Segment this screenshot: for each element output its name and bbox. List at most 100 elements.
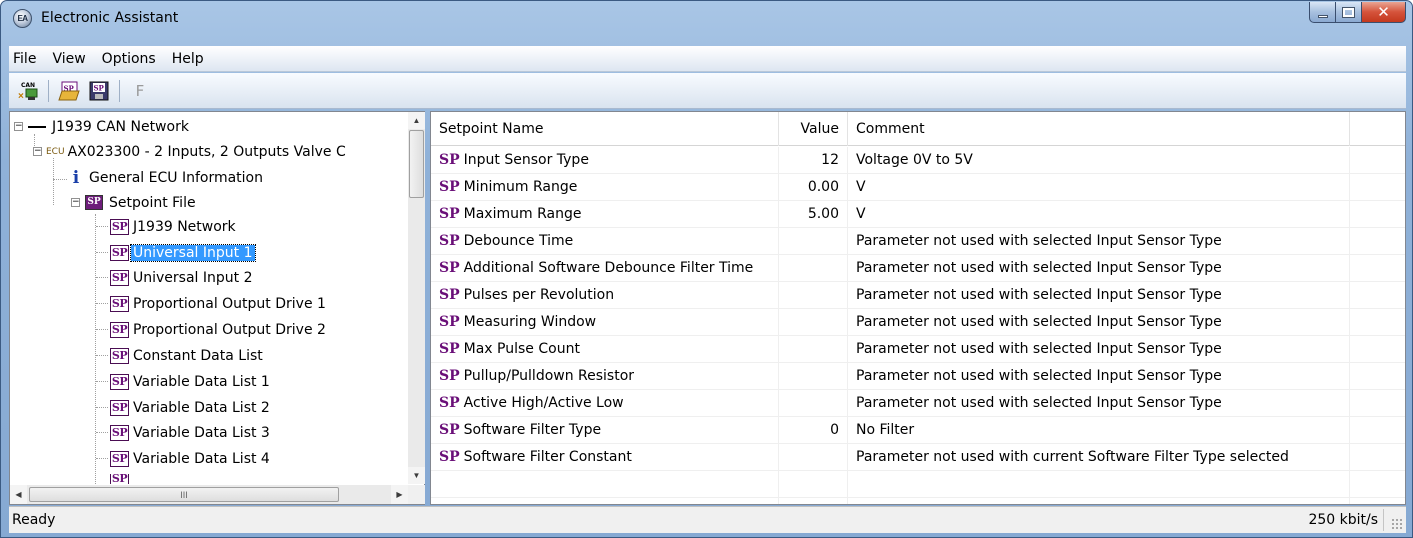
arrow-down-icon: ▼: [412, 471, 421, 480]
setpoint-value-cell[interactable]: 0: [779, 417, 848, 444]
open-setpoint-file-button[interactable]: SP: [57, 79, 81, 103]
tree-node-network[interactable]: − J1939 CAN Network: [14, 114, 189, 139]
can-connect-icon-label: CAN: [21, 82, 35, 89]
setpoint-value-cell[interactable]: [779, 363, 848, 390]
setpoint-value-cell[interactable]: [779, 282, 848, 309]
close-button[interactable]: ✕: [1361, 2, 1406, 23]
setpoint-value-cell[interactable]: [779, 255, 848, 282]
menu-bar: File View Options Help: [9, 46, 1406, 72]
column-header-comment[interactable]: Comment: [848, 112, 1350, 146]
minimize-button[interactable]: [1309, 2, 1336, 23]
table-row[interactable]: SP Input Sensor Type 12 Voltage 0V to 5V: [431, 147, 1405, 174]
vertical-scroll-thumb[interactable]: [409, 130, 424, 198]
tree-content: − J1939 CAN Network − ECU AX023300 - 2 I…: [10, 112, 408, 484]
table-row[interactable]: SP Software Filter Type 0 No Filter: [431, 417, 1405, 444]
ecu-tree-view[interactable]: − J1939 CAN Network − ECU AX023300 - 2 I…: [9, 111, 425, 505]
table-header: Setpoint Name Value Comment: [431, 112, 1405, 146]
table-row[interactable]: SP Software Filter Constant Parameter not …: [431, 444, 1405, 471]
tree-item-proportional-output-drive-2[interactable]: SP Proportional Output Drive 2: [110, 317, 326, 342]
empty-cell: [1350, 201, 1405, 228]
setpoint-value-cell[interactable]: [779, 444, 848, 471]
tree-connector: [53, 158, 54, 205]
scroll-up-button[interactable]: ▲: [408, 112, 425, 129]
tree-item-constant-data-list[interactable]: SP Constant Data List: [110, 343, 263, 368]
scroll-left-button[interactable]: ◀: [10, 485, 27, 504]
setpoint-value-cell: [779, 471, 848, 498]
flash-button[interactable]: F: [128, 79, 152, 103]
save-setpoint-file-button[interactable]: SP: [87, 79, 111, 103]
table-row[interactable]: SP Pullup/Pulldown Resistor Parameter not …: [431, 363, 1405, 390]
close-icon: ✕: [1377, 4, 1390, 21]
title-bar[interactable]: EA Electronic Assistant ✕: [1, 1, 1412, 38]
tree-item-variable-data-list-2[interactable]: SP Variable Data List 2: [110, 395, 270, 420]
scroll-down-button[interactable]: ▼: [408, 467, 425, 484]
table-row[interactable]: SP Max Pulse Count Parameter not used with…: [431, 336, 1405, 363]
tree-item-variable-data-list-4[interactable]: SP Variable Data List 4: [110, 446, 270, 471]
setpoint-icon: SP: [110, 399, 129, 416]
table-row[interactable]: SP Debounce Time Parameter not used with s…: [431, 228, 1405, 255]
can-connect-button[interactable]: CAN ×: [16, 79, 40, 103]
setpoint-value-cell[interactable]: [779, 390, 848, 417]
table-row[interactable]: SP Maximum Range 5.00 V: [431, 201, 1405, 228]
setpoint-name-cell: SP Debounce Time: [431, 228, 779, 255]
empty-cell: [1350, 390, 1405, 417]
tree-connector: [96, 303, 108, 304]
setpoint-table[interactable]: Setpoint Name Value Comment SP Input Sens…: [430, 111, 1406, 505]
table-row[interactable]: SP Minimum Range 0.00 V: [431, 174, 1405, 201]
setpoint-value-cell: [779, 498, 848, 504]
setpoint-name-cell: [431, 498, 779, 504]
minimize-icon: [1317, 14, 1328, 18]
column-header-value[interactable]: Value: [779, 112, 848, 146]
setpoint-comment-cell: V: [848, 174, 1350, 201]
collapse-icon[interactable]: −: [71, 198, 80, 207]
setpoint-comment-cell: Voltage 0V to 5V: [848, 147, 1350, 174]
tree-connector: [96, 458, 108, 459]
menu-view[interactable]: View: [44, 51, 93, 67]
tree-item-universal-input-1[interactable]: SP Universal Input 1: [110, 240, 256, 265]
empty-cell: [1350, 498, 1405, 504]
tree-item-j1939-network[interactable]: SP J1939 Network: [110, 214, 236, 239]
empty-cell: [1350, 363, 1405, 390]
tree-item-variable-data-list-3[interactable]: SP Variable Data List 3: [110, 420, 270, 445]
status-text: Ready: [12, 512, 56, 528]
collapse-icon[interactable]: −: [14, 122, 23, 131]
tree-item-universal-input-2[interactable]: SP Universal Input 2: [110, 265, 253, 290]
table-row-empty: [431, 471, 1405, 498]
setpoint-name-cell: SP Active High/Active Low: [431, 390, 779, 417]
scroll-right-button[interactable]: ▶: [391, 485, 408, 504]
horizontal-scroll-thumb[interactable]: III: [29, 487, 339, 502]
setpoint-name-cell: SP Max Pulse Count: [431, 336, 779, 363]
tree-node-setpoint-file[interactable]: − SP Setpoint File: [71, 190, 196, 215]
table-row[interactable]: SP Additional Software Debounce Filter Ti…: [431, 255, 1405, 282]
resize-grip-icon[interactable]: [1391, 518, 1403, 530]
tree-node-ecu[interactable]: − ECU AX023300 - 2 Inputs, 2 Outputs Val…: [33, 139, 346, 164]
empty-cell: [1350, 336, 1405, 363]
maximize-button[interactable]: [1335, 2, 1362, 23]
column-header-setpoint-name[interactable]: Setpoint Name: [431, 112, 779, 146]
menu-help[interactable]: Help: [164, 51, 212, 67]
empty-cell: [1350, 174, 1405, 201]
setpoint-value-cell[interactable]: 12: [779, 147, 848, 174]
menu-options[interactable]: Options: [94, 51, 164, 67]
can-connect-icon: CAN ×: [18, 82, 38, 102]
setpoint-icon: SP: [439, 368, 460, 384]
tree-item-proportional-output-drive-1[interactable]: SP Proportional Output Drive 1: [110, 291, 326, 316]
scroll-grip-icon: III: [180, 489, 188, 500]
collapse-icon[interactable]: −: [33, 147, 42, 156]
tree-connector: [96, 432, 108, 433]
setpoint-value-cell[interactable]: [779, 336, 848, 363]
tree-connector: [96, 252, 108, 253]
menu-file[interactable]: File: [9, 51, 44, 67]
setpoint-value-cell[interactable]: 5.00: [779, 201, 848, 228]
tree-item-variable-data-list-1[interactable]: SP Variable Data List 1: [110, 369, 270, 394]
setpoint-icon: SP: [439, 260, 460, 276]
table-row-empty: [431, 498, 1405, 504]
table-row[interactable]: SP Measuring Window Parameter not used wit…: [431, 309, 1405, 336]
table-row[interactable]: SP Active High/Active Low Parameter not us…: [431, 390, 1405, 417]
setpoint-name-cell: SP Pulses per Revolution: [431, 282, 779, 309]
setpoint-value-cell[interactable]: [779, 228, 848, 255]
tree-node-general-info[interactable]: i General ECU Information: [70, 165, 263, 190]
table-row[interactable]: SP Pulses per Revolution Parameter not use…: [431, 282, 1405, 309]
setpoint-value-cell[interactable]: [779, 309, 848, 336]
setpoint-value-cell[interactable]: 0.00: [779, 174, 848, 201]
